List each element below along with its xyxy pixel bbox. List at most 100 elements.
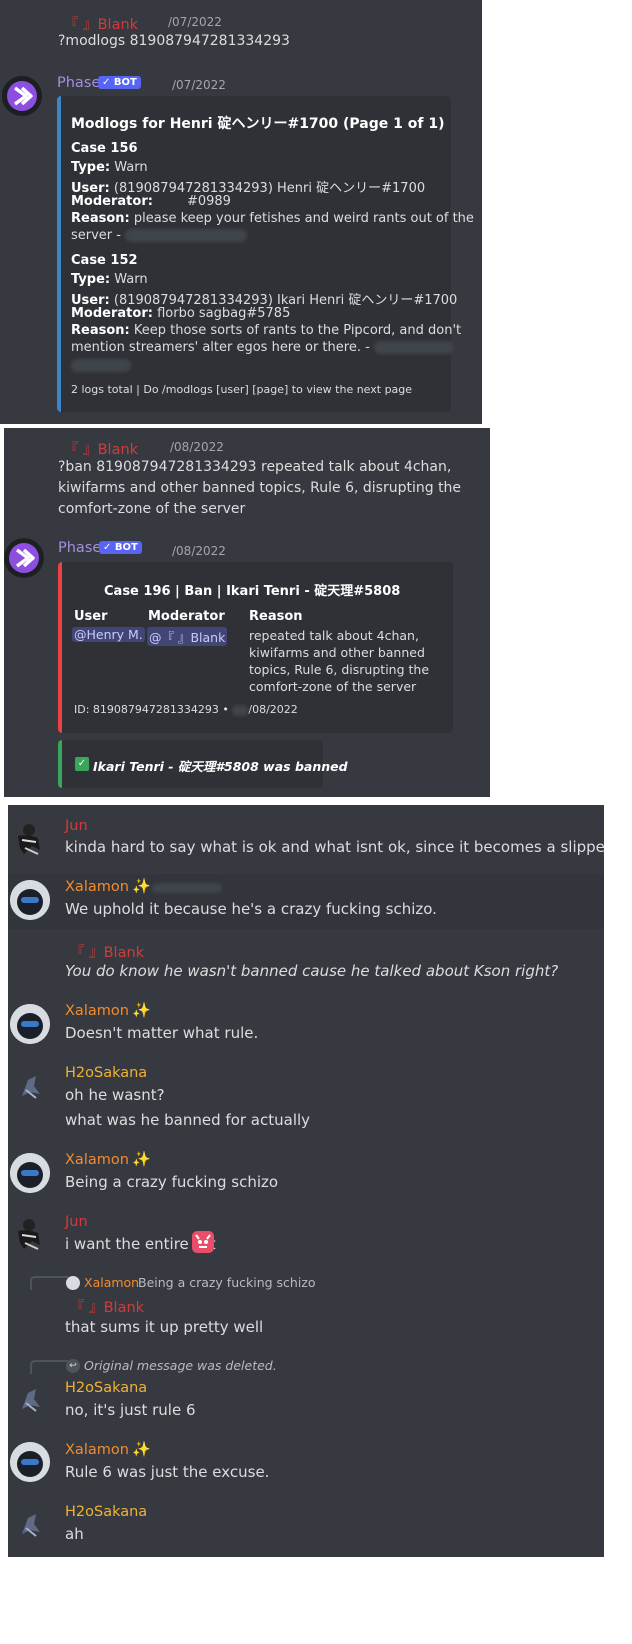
case-reason: Reason: Keep those sorts of rants to the…: [71, 323, 462, 338]
embed-color-bar: [58, 562, 62, 733]
message-author[interactable]: 『 』Blank: [70, 941, 144, 962]
embed-title: Case 196 | Ban | Ikari Tenri - 碇天理#5808: [104, 584, 401, 599]
case-heading: Case 152: [71, 253, 138, 268]
jun-avatar-icon: [18, 824, 40, 855]
user-avatar[interactable]: [10, 1215, 50, 1255]
ban-panel: 『 』Blank /08/2022 ?ban 81908794728133429…: [4, 428, 490, 797]
h2osakana-avatar-icon: [22, 1389, 40, 1412]
column-header-reason: Reason: [249, 609, 303, 624]
message-content: what was he banned for actually: [65, 1111, 311, 1129]
embed-color-bar: [58, 740, 62, 788]
reason-line: comfort-zone of the server: [249, 679, 417, 694]
user-avatar[interactable]: [10, 1379, 50, 1419]
reply-preview[interactable]: Being a crazy fucking schizo: [138, 1275, 316, 1290]
message-timestamp: /07/2022: [168, 15, 222, 29]
case-reason-cont: mention streamers' alter egos here or th…: [71, 340, 454, 355]
message-content: kiwifarms and other banned topics, Rule …: [58, 480, 462, 496]
message-author[interactable]: 『 』Blank: [64, 438, 138, 459]
reason-line: repeated talk about 4chan,: [249, 628, 419, 643]
embed-footer: 2 logs total | Do /modlogs [user] [page]…: [71, 383, 413, 396]
column-header-user: User: [74, 609, 108, 624]
message-content: ?ban 819087947281334293 repeated talk ab…: [58, 459, 452, 475]
user-avatar[interactable]: [10, 880, 50, 920]
message-content: ?modlogs 819087947281334293: [58, 33, 290, 49]
redacted-blur: [232, 704, 249, 716]
reply-author[interactable]: Xalamon: [84, 1275, 139, 1290]
reply-connector: [30, 1360, 68, 1374]
user-avatar[interactable]: [10, 1066, 50, 1106]
message-author[interactable]: H2oSakana: [65, 1504, 147, 1520]
message-content: kinda hard to say what is ok and what is…: [65, 838, 604, 856]
user-mention[interactable]: @Henry M.: [72, 627, 145, 642]
bot-timestamp: /07/2022: [172, 78, 226, 92]
message-author[interactable]: Xalamon: [65, 1442, 129, 1458]
case-moderator: Moderator: florbo sagbag#5785: [71, 306, 291, 321]
message-author[interactable]: Xalamon: [65, 1003, 129, 1019]
case-type: Type: Warn: [71, 160, 148, 175]
jun-avatar-icon: [18, 1219, 40, 1250]
message-author[interactable]: Xalamon: [65, 1152, 129, 1168]
sparkle-icon: ✨: [132, 1150, 151, 1168]
message-content: ah: [65, 1525, 84, 1543]
user-avatar[interactable]: [10, 1504, 50, 1544]
bot-timestamp: /08/2022: [172, 544, 226, 558]
message-content: Being a crazy fucking schizo: [65, 1173, 279, 1191]
redacted-blur: [152, 883, 222, 893]
message-author[interactable]: H2oSakana: [65, 1380, 147, 1396]
banned-confirmation: ✓ Ikari Tenri - 碇天理#5808 was banned: [58, 740, 348, 788]
redacted-blur: [125, 229, 248, 242]
sparkle-icon: ✨: [132, 1440, 151, 1458]
user-avatar[interactable]: [10, 1153, 50, 1193]
sparkle-icon: ✨: [132, 1001, 151, 1019]
xalamon-avatar-icon: [10, 880, 50, 920]
banned-text: Ikari Tenri - 碇天理#5808 was banned: [93, 759, 348, 774]
demon-emoji-icon: [192, 1231, 214, 1253]
redacted-blur: [373, 341, 454, 354]
reason-line: kiwifarms and other banned: [249, 645, 425, 660]
bot-name[interactable]: Phase: [58, 540, 101, 556]
message-content: that sums it up pretty well: [65, 1318, 264, 1336]
message-content: We uphold it because he's a crazy fuckin…: [65, 900, 437, 918]
xalamon-avatar-icon: [10, 1153, 50, 1193]
case-heading: Case 156: [71, 141, 138, 156]
message-content: Doesn't matter what rule.: [65, 1024, 259, 1042]
message-content: Rule 6 was just the excuse.: [65, 1463, 270, 1481]
message-content: oh he wasnt?: [65, 1086, 165, 1104]
user-avatar[interactable]: [10, 1442, 50, 1482]
message-author[interactable]: Jun: [65, 1214, 88, 1230]
message-timestamp: /08/2022: [170, 440, 224, 454]
case-moderator: Moderator: #0989: [71, 194, 231, 209]
case-reason-cont: server -: [71, 228, 248, 243]
bot-tag: ✓ BOT: [99, 541, 142, 554]
message-author[interactable]: 『 』Blank: [70, 1296, 144, 1317]
moderator-mention[interactable]: @『 』Blank: [147, 627, 228, 646]
user-avatar[interactable]: [10, 820, 50, 860]
sparkle-icon: ✨: [132, 877, 151, 895]
redacted-blur: [71, 359, 131, 372]
message-content: You do know he wasn't banned cause he ta…: [65, 962, 559, 980]
embed-footer: ID: 819087947281334293 • /08/2022: [74, 703, 298, 716]
phase-bot-avatar[interactable]: [4, 538, 44, 578]
xalamon-avatar-icon: [10, 1004, 50, 1044]
message-content: no, it's just rule 6: [65, 1401, 196, 1419]
h2osakana-avatar-icon: [22, 1076, 40, 1099]
reply-avatar-icon: [66, 1276, 80, 1290]
case-type: Type: Warn: [71, 272, 148, 287]
h2osakana-avatar-icon: [22, 1514, 40, 1537]
message-author[interactable]: 『 』Blank: [64, 13, 138, 34]
bot-name[interactable]: Phase: [57, 75, 100, 91]
modlogs-panel: 『 』Blank /07/2022 ?modlogs 8190879472813…: [0, 0, 482, 424]
modlogs-embed: Modlogs for Henri 碇ヘンリー#1700 (Page 1 of …: [57, 96, 474, 412]
phase-bot-avatar[interactable]: [2, 76, 42, 116]
message-author[interactable]: Xalamon: [65, 879, 129, 895]
message-author[interactable]: Jun: [65, 818, 88, 834]
message-author[interactable]: H2oSakana: [65, 1065, 147, 1081]
phase-logo-icon: [2, 76, 42, 116]
reply-connector: [30, 1276, 68, 1290]
reply-deleted-icon: ↩: [66, 1359, 80, 1373]
bot-tag: ✓ BOT: [98, 76, 141, 89]
user-avatar[interactable]: [10, 1004, 50, 1044]
reason-line: topics, Rule 6, disrupting the: [249, 662, 430, 677]
column-header-moderator: Moderator: [148, 609, 225, 624]
reply-preview: Original message was deleted.: [84, 1358, 277, 1373]
